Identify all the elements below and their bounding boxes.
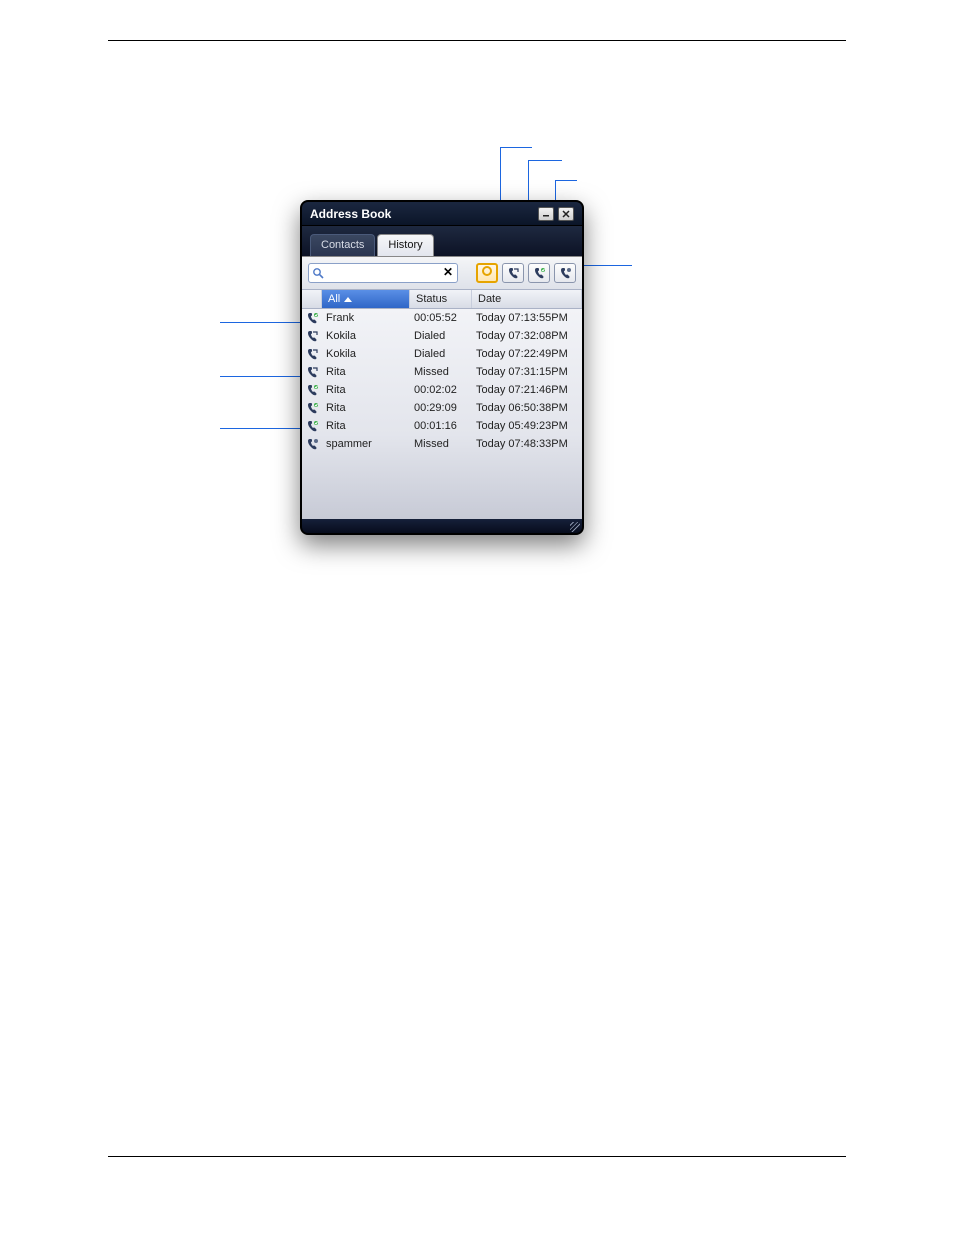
filter-received-button[interactable] bbox=[528, 263, 550, 283]
filter-buttons bbox=[476, 263, 576, 283]
tabs-wrap: Contacts History bbox=[302, 226, 582, 256]
cell-name: Rita bbox=[322, 402, 410, 414]
sort-asc-icon bbox=[344, 297, 352, 302]
window-title: Address Book bbox=[310, 207, 391, 221]
window-controls bbox=[538, 207, 574, 221]
history-list: Frank00:05:52Today 07:13:55PMKokilaDiale… bbox=[302, 309, 582, 519]
tab-label: History bbox=[388, 239, 422, 251]
table-row[interactable]: Rita00:29:09Today 06:50:38PM bbox=[302, 399, 582, 417]
circle-icon bbox=[481, 264, 493, 282]
cell-status: 00:05:52 bbox=[410, 312, 472, 324]
search-icon bbox=[312, 266, 324, 278]
cell-name: Rita bbox=[322, 366, 410, 378]
titlebar[interactable]: Address Book bbox=[302, 202, 582, 226]
cell-date: Today 07:31:15PM bbox=[472, 366, 582, 378]
header-all[interactable]: All bbox=[322, 290, 410, 308]
tab-contacts[interactable]: Contacts bbox=[310, 234, 375, 256]
callout-line bbox=[555, 180, 577, 181]
filter-all-button[interactable] bbox=[476, 263, 498, 283]
cell-date: Today 07:32:08PM bbox=[472, 330, 582, 342]
phone-received-icon bbox=[302, 384, 322, 396]
tab-label: Contacts bbox=[321, 239, 364, 251]
minimize-button[interactable] bbox=[538, 207, 554, 221]
cell-date: Today 07:48:33PM bbox=[472, 438, 582, 450]
header-icon-col[interactable] bbox=[302, 290, 322, 308]
header-label: Status bbox=[416, 293, 447, 305]
phone-dialed-icon bbox=[506, 267, 520, 279]
table-row[interactable]: Rita00:02:02Today 07:21:46PM bbox=[302, 381, 582, 399]
page-top-rule bbox=[108, 40, 846, 41]
cell-name: spammer bbox=[322, 438, 410, 450]
phone-dialed-icon bbox=[302, 330, 322, 342]
cell-status: Missed bbox=[410, 366, 472, 378]
header-status[interactable]: Status bbox=[410, 290, 472, 308]
phone-received-icon bbox=[302, 312, 322, 324]
header-label: Date bbox=[478, 293, 501, 305]
cell-name: Rita bbox=[322, 420, 410, 432]
search-box: ✕ bbox=[308, 263, 458, 283]
callout-line bbox=[528, 160, 562, 161]
callout-line bbox=[580, 265, 632, 266]
toolbar: ✕ bbox=[302, 256, 582, 289]
table-row[interactable]: Frank00:05:52Today 07:13:55PM bbox=[302, 309, 582, 327]
phone-dialed-icon bbox=[302, 348, 322, 360]
header-label: All bbox=[328, 293, 340, 305]
cell-name: Frank bbox=[322, 312, 410, 324]
phone-dialed-icon bbox=[302, 366, 322, 378]
filter-dialed-button[interactable] bbox=[502, 263, 524, 283]
table-row[interactable]: RitaMissedToday 07:31:15PM bbox=[302, 363, 582, 381]
cell-date: Today 07:22:49PM bbox=[472, 348, 582, 360]
table-row[interactable]: KokilaDialedToday 07:32:08PM bbox=[302, 327, 582, 345]
cell-status: 00:02:02 bbox=[410, 384, 472, 396]
table-row[interactable]: spammerMissedToday 07:48:33PM bbox=[302, 435, 582, 453]
table-row[interactable]: Rita00:01:16Today 05:49:23PM bbox=[302, 417, 582, 435]
cell-status: Dialed bbox=[410, 330, 472, 342]
close-icon: ✕ bbox=[443, 265, 453, 279]
cell-name: Kokila bbox=[322, 348, 410, 360]
table-row[interactable]: KokilaDialedToday 07:22:49PM bbox=[302, 345, 582, 363]
statusbar bbox=[302, 519, 582, 533]
tabs: Contacts History bbox=[310, 234, 574, 256]
cell-name: Rita bbox=[322, 384, 410, 396]
address-book-window: Address Book Contacts History bbox=[300, 200, 584, 535]
search-input[interactable] bbox=[308, 263, 458, 283]
cell-date: Today 05:49:23PM bbox=[472, 420, 582, 432]
cell-status: 00:01:16 bbox=[410, 420, 472, 432]
header-date[interactable]: Date bbox=[472, 290, 582, 308]
phone-missed-icon bbox=[302, 438, 322, 450]
callout-line bbox=[500, 147, 532, 148]
cell-date: Today 07:21:46PM bbox=[472, 384, 582, 396]
cell-status: 00:29:09 bbox=[410, 402, 472, 414]
column-headers: All Status Date bbox=[302, 289, 582, 309]
close-button[interactable] bbox=[558, 207, 574, 221]
phone-received-icon bbox=[302, 420, 322, 432]
filter-missed-button[interactable] bbox=[554, 263, 576, 283]
tab-history[interactable]: History bbox=[377, 234, 433, 256]
phone-received-icon bbox=[532, 267, 546, 279]
cell-date: Today 07:13:55PM bbox=[472, 312, 582, 324]
cell-status: Missed bbox=[410, 438, 472, 450]
phone-missed-icon bbox=[558, 267, 572, 279]
resize-grip[interactable] bbox=[570, 522, 580, 532]
phone-received-icon bbox=[302, 402, 322, 414]
cell-status: Dialed bbox=[410, 348, 472, 360]
cell-name: Kokila bbox=[322, 330, 410, 342]
cell-date: Today 06:50:38PM bbox=[472, 402, 582, 414]
clear-search-button[interactable]: ✕ bbox=[441, 265, 455, 279]
page-bottom-rule bbox=[108, 1156, 846, 1157]
